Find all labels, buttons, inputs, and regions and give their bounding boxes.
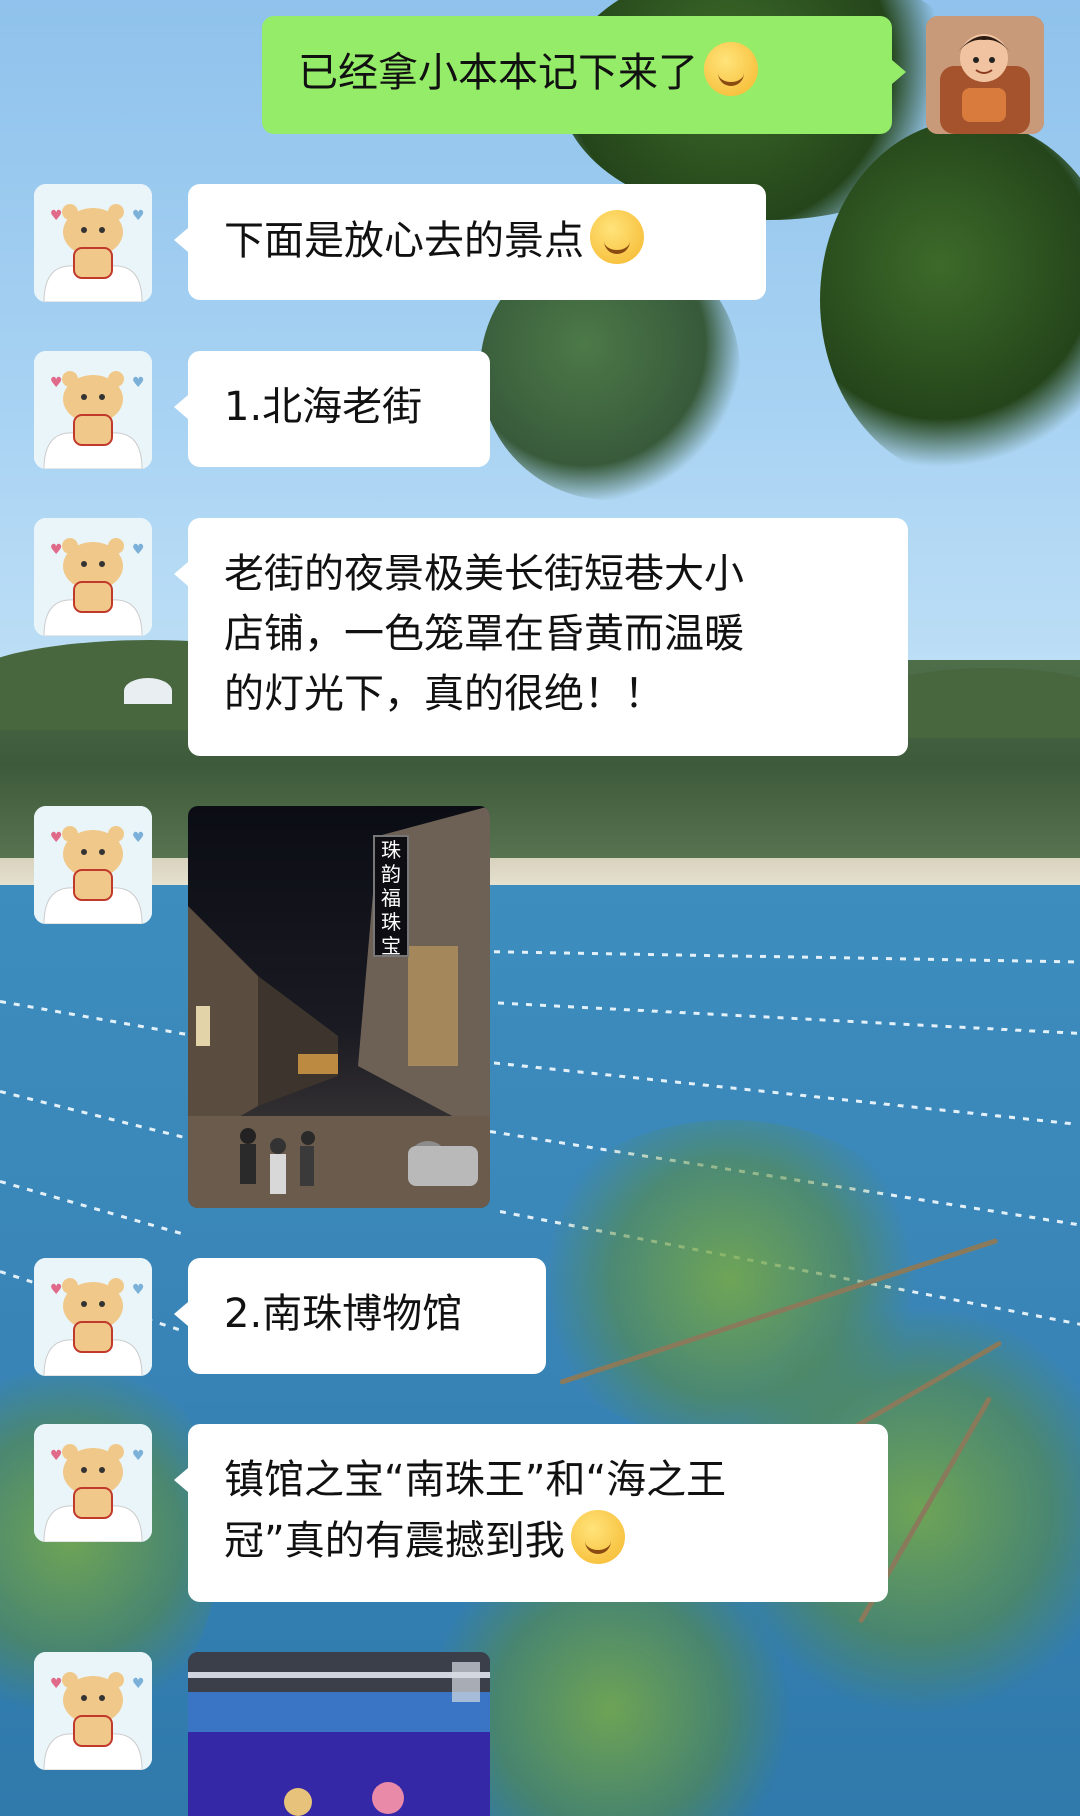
svg-text:♥: ♥ [132, 830, 145, 846]
svg-text:♥: ♥ [132, 1282, 145, 1298]
message-text: 1.北海老街 [224, 384, 423, 430]
cartoon-hamster-avatar-icon: ♥ ♥ [34, 184, 152, 302]
shop-sign-text: 珠韵福珠宝 [381, 838, 401, 958]
svg-text:♥: ♥ [50, 1282, 63, 1298]
svg-text:♥: ♥ [132, 1676, 145, 1692]
cartoon-hamster-avatar-icon: ♥ ♥ [34, 1424, 152, 1542]
message-bubble-other[interactable]: 下面是放心去的景点 [174, 184, 766, 300]
other-avatar[interactable]: ♥ ♥ [34, 351, 152, 469]
hugging-face-emoji [570, 1510, 625, 1564]
face-with-hand-over-mouth-emoji [590, 210, 644, 264]
svg-text:♥: ♥ [132, 542, 145, 558]
message-bubble-other[interactable]: 老街的夜景极美长街短巷大小 店铺，一色笼罩在昏黄而温暖 的灯光下，真的很绝！！ [174, 518, 908, 756]
message-bubble-self[interactable]: 已经拿小本本记下来了 [262, 16, 906, 134]
message-text: 已经拿小本本记下来了 [298, 50, 698, 96]
cartoon-boy-avatar-icon [926, 16, 1044, 134]
other-avatar[interactable]: ♥ ♥ [34, 518, 152, 636]
message-text: 老街的夜景极美长街短巷大小 店铺，一色笼罩在昏黄而温暖 的灯光下，真的很绝！！ [224, 551, 744, 717]
grinning-face-emoji [704, 42, 758, 96]
other-avatar[interactable]: ♥ ♥ [34, 1258, 152, 1376]
other-avatar[interactable]: ♥ ♥ [34, 806, 152, 924]
svg-text:♥: ♥ [50, 375, 63, 391]
night-street-photo-image [188, 806, 490, 1208]
svg-text:♥: ♥ [50, 1676, 63, 1692]
message-bubble-other[interactable]: 1.北海老街 [174, 351, 490, 467]
svg-text:♥: ♥ [50, 830, 63, 846]
message-text: 2.南珠博物馆 [224, 1291, 463, 1337]
cartoon-hamster-avatar-icon: ♥ ♥ [34, 518, 152, 636]
night-old-street-photo[interactable]: 珠韵福珠宝 [188, 806, 490, 1208]
cartoon-hamster-avatar-icon: ♥ ♥ [34, 1258, 152, 1376]
other-avatar[interactable]: ♥ ♥ [34, 1652, 152, 1770]
svg-text:♥: ♥ [132, 375, 145, 391]
self-avatar[interactable] [926, 16, 1044, 134]
cartoon-hamster-avatar-icon: ♥ ♥ [34, 1652, 152, 1770]
svg-text:♥: ♥ [50, 208, 63, 224]
cartoon-hamster-avatar-icon: ♥ ♥ [34, 806, 152, 924]
museum-display-image [188, 1652, 490, 1816]
message-bubble-other[interactable]: 镇馆之宝“南珠王”和“海之王 冠”真的有震撼到我 [174, 1424, 888, 1602]
svg-text:♥: ♥ [50, 542, 63, 558]
other-avatar[interactable]: ♥ ♥ [34, 184, 152, 302]
message-text: 下面是放心去的景点 [224, 218, 584, 264]
message-text: 镇馆之宝“南珠王”和“海之王 冠”真的有震撼到我 [224, 1457, 727, 1564]
cartoon-hamster-avatar-icon: ♥ ♥ [34, 351, 152, 469]
other-avatar[interactable]: ♥ ♥ [34, 1424, 152, 1542]
svg-text:♥: ♥ [132, 1448, 145, 1464]
svg-text:♥: ♥ [132, 208, 145, 224]
svg-text:♥: ♥ [50, 1448, 63, 1464]
chat-message-list[interactable]: 已经拿小本本记下来了 ♥ ♥ 下面是放心去的景点 ♥ ♥ 1.北海老街 ♥ ♥ … [0, 0, 1080, 1816]
message-bubble-other[interactable]: 2.南珠博物馆 [174, 1258, 546, 1374]
museum-display-photo[interactable] [188, 1652, 490, 1816]
